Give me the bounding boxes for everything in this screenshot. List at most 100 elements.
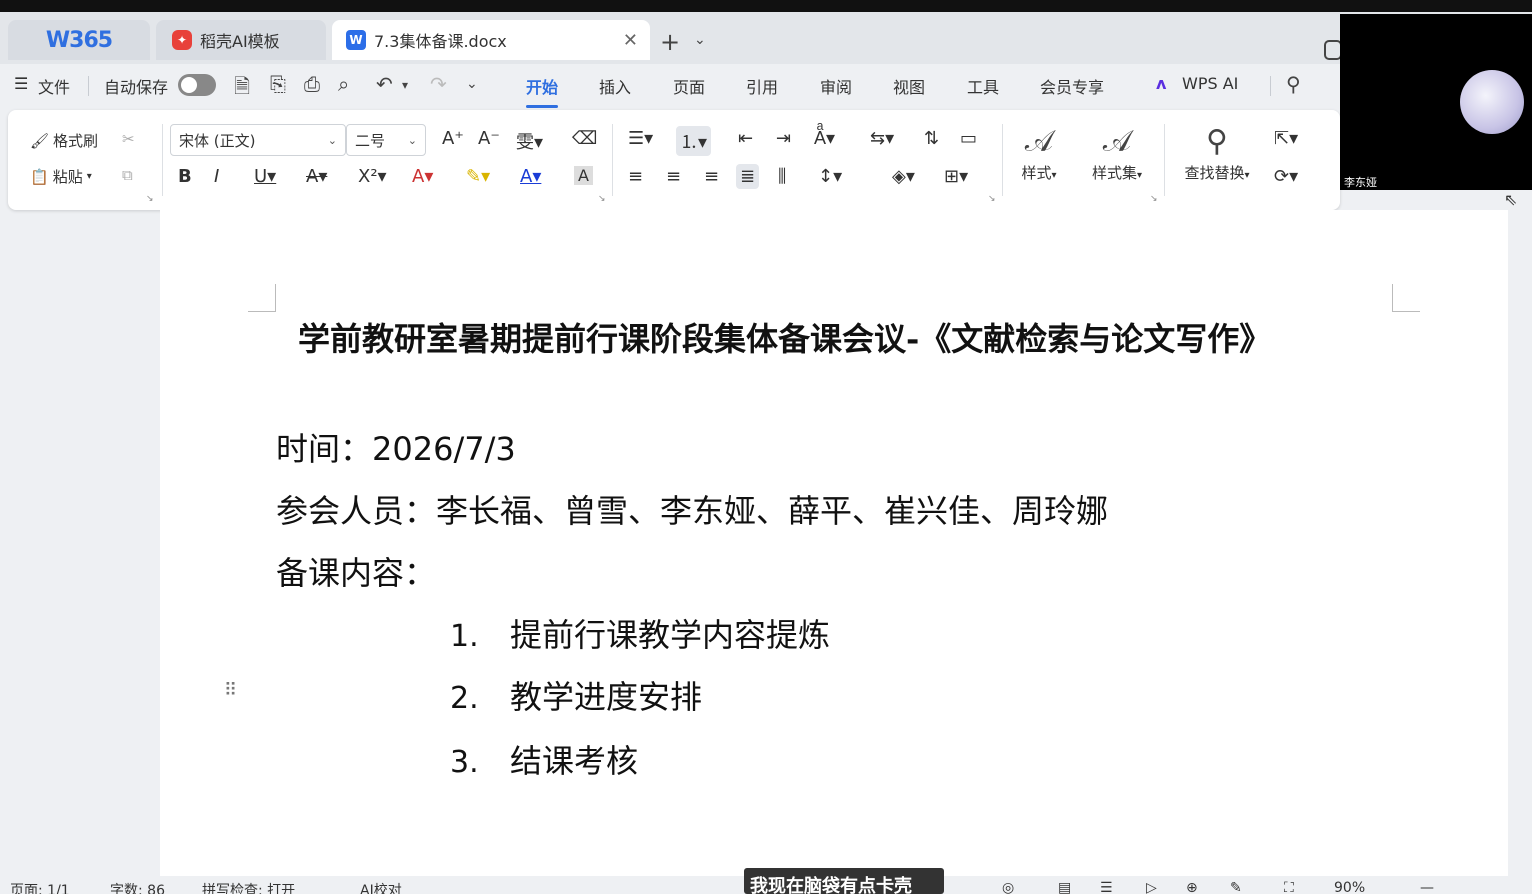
tab-insert[interactable]: 插入 <box>599 74 631 98</box>
web-view-icon[interactable]: ⊕ <box>1186 880 1198 894</box>
page-count[interactable]: 页面: 1/1 <box>10 880 70 894</box>
show-marks-icon[interactable]: ▭ <box>960 128 977 149</box>
highlight-icon[interactable]: ✎▾ <box>466 166 490 187</box>
text-direction-icon[interactable]: Aͣ▾ <box>814 128 835 149</box>
tab-page[interactable]: 页面 <box>673 74 705 98</box>
underline-icon[interactable]: U▾ <box>254 166 276 187</box>
strikethrough-icon[interactable]: A▾ <box>306 166 327 187</box>
convert-icon[interactable]: ⟳▾ <box>1274 166 1298 187</box>
paste-button[interactable]: 📋 粘贴 ▾ <box>30 166 92 187</box>
tab-tools[interactable]: 工具 <box>967 74 999 98</box>
list-item[interactable]: 3. 结课考核 <box>450 736 638 782</box>
new-tab-button[interactable]: + <box>660 28 680 56</box>
word-count[interactable]: 字数: 86 <box>110 880 165 894</box>
read-mode-icon[interactable]: ▷ <box>1146 880 1157 894</box>
list-item[interactable]: 2. 教学进度安排 <box>450 672 702 718</box>
cut-icon[interactable]: ✂ <box>122 130 135 148</box>
align-right-icon[interactable]: ≡ <box>704 166 719 187</box>
search-icon[interactable]: ⚲ <box>1286 72 1301 96</box>
find-replace-button[interactable]: ⚲ 查找替换▾ <box>1172 124 1262 183</box>
tab-references[interactable]: 引用 <box>746 74 778 98</box>
zoom-out-icon[interactable]: — <box>1420 880 1434 894</box>
tab-home[interactable]: 开始 <box>526 74 559 108</box>
clipboard-dialog-launcher-icon[interactable]: ↘ <box>146 194 154 204</box>
document-title[interactable]: 学前教研室暑期提前行课阶段集体备课会议-《文献检索与论文写作》 <box>298 314 1271 360</box>
time-line[interactable]: 时间：2026/7/3 <box>276 424 516 470</box>
print-preview-icon[interactable]: ⌕ <box>338 72 349 96</box>
sort-icon[interactable]: ⇅ <box>924 128 939 149</box>
grow-font-icon[interactable]: A⁺ <box>442 128 464 149</box>
ai-proofread[interactable]: AI校对 <box>360 880 402 894</box>
superscript-icon[interactable]: X²▾ <box>358 166 387 187</box>
participants-line[interactable]: 参会人员：李长福、曾雪、李东娅、薛平、崔兴佳、周玲娜 <box>276 486 1108 532</box>
shrink-font-icon[interactable]: A⁻ <box>478 128 500 149</box>
styles-button[interactable]: 𝒜 样式▾ <box>1004 124 1074 183</box>
align-left-icon[interactable]: ≡ <box>628 166 643 187</box>
divider <box>612 124 613 196</box>
export-pdf-icon[interactable]: ⎘ <box>270 72 286 96</box>
font-dialog-launcher-icon[interactable]: ↘ <box>598 194 606 204</box>
zoom-level[interactable]: 90% <box>1334 880 1365 894</box>
menu-file[interactable]: 文件 <box>38 74 70 98</box>
page-view-icon[interactable]: ▤ <box>1058 880 1071 894</box>
participant-video[interactable]: 李东娅 <box>1340 14 1532 190</box>
tab-review[interactable]: 审阅 <box>820 74 852 98</box>
save-icon[interactable]: 🗎 <box>234 72 250 106</box>
paste-chevron-icon: ▾ <box>86 171 92 182</box>
undo-icon[interactable]: ↶ <box>376 72 393 96</box>
more-chevron-icon[interactable]: ⌄ <box>466 76 478 92</box>
increase-indent-icon[interactable]: ⇥ <box>776 128 791 149</box>
style-set-button[interactable]: 𝒜 样式集▾ <box>1076 124 1158 183</box>
distribute-icon[interactable]: ⫼ <box>778 166 786 187</box>
format-painter-button[interactable]: 🖌 格式刷 <box>30 130 98 151</box>
font-name-select[interactable]: 宋体 (正文) ⌄ <box>170 124 346 156</box>
list-item[interactable]: 1. 提前行课教学内容提炼 <box>450 610 830 656</box>
copy-icon[interactable]: ⧉ <box>122 166 133 184</box>
styles-dialog-launcher-icon[interactable]: ↘ <box>1150 194 1158 204</box>
paragraph-dialog-launcher-icon[interactable]: ↘ <box>988 194 996 204</box>
shading-icon[interactable]: ◈▾ <box>892 166 915 187</box>
video-subtitle: 我现在脑袋有点卡壳 <box>744 868 944 894</box>
tab-wps-ai[interactable]: WPS AI <box>1182 74 1238 93</box>
spellcheck-status[interactable]: 拼写检查: 打开 <box>202 880 295 894</box>
line-spacing-icon[interactable]: ↕▾ <box>818 166 842 187</box>
tab-view[interactable]: 视图 <box>893 74 925 98</box>
document-page[interactable] <box>160 210 1508 876</box>
focus-mode-icon[interactable]: ◎ <box>1002 880 1014 894</box>
outline-view-icon[interactable]: ☰ <box>1100 880 1113 894</box>
wps-ai-icon[interactable]: ᴧ <box>1156 74 1166 93</box>
borders-icon[interactable]: ⊞▾ <box>944 166 968 187</box>
drag-handle-icon[interactable]: ⠿ <box>224 680 237 701</box>
fit-icon[interactable]: ⛶ <box>1284 880 1294 894</box>
redo-icon[interactable]: ↷ <box>430 72 447 96</box>
clear-format-icon[interactable]: ⌫ <box>572 128 597 149</box>
char-shading-icon[interactable]: A <box>574 166 593 185</box>
numbered-list-icon[interactable]: ⒈▾ <box>676 126 712 156</box>
phonetic-guide-icon[interactable]: 雯▾ <box>516 128 543 154</box>
tab-member[interactable]: 会员专享 <box>1040 74 1104 98</box>
text-effect-icon[interactable]: A▾ <box>412 166 433 187</box>
bold-icon[interactable]: B <box>178 166 192 187</box>
tab-ai-template[interactable]: ✦ 稻壳AI模板 <box>156 20 326 60</box>
undo-chevron-icon[interactable]: ▾ <box>402 78 408 92</box>
tab-document[interactable]: W 7.3集体备课.docx ✕ <box>332 20 650 60</box>
print-icon[interactable]: ⎙ <box>304 72 320 96</box>
hamburger-icon[interactable]: ☰ <box>14 74 28 93</box>
autosave-toggle[interactable] <box>178 74 216 96</box>
select-icon[interactable]: ⇱▾ <box>1274 128 1298 149</box>
italic-icon[interactable]: I <box>214 166 219 187</box>
write-mode-icon[interactable]: ✎ <box>1230 880 1242 894</box>
bullet-list-icon[interactable]: ☰▾ <box>628 128 653 149</box>
divider <box>162 124 163 196</box>
close-icon[interactable]: ✕ <box>623 30 638 51</box>
align-center-icon[interactable]: ≡ <box>666 166 681 187</box>
content-label[interactable]: 备课内容： <box>276 548 436 594</box>
font-size-select[interactable]: 二号 ⌄ <box>346 124 426 156</box>
text-flow-icon[interactable]: ⇆▾ <box>870 128 894 149</box>
decrease-indent-icon[interactable]: ⇤ <box>738 128 753 149</box>
tab-list-chevron-icon[interactable]: ⌄ <box>694 32 706 48</box>
justify-icon[interactable]: ≣ <box>736 164 760 189</box>
tab-w365-home[interactable]: W365 <box>8 20 150 60</box>
font-color-icon[interactable]: A▾ <box>520 166 541 187</box>
styles-icon: 𝒜 <box>1024 124 1054 159</box>
